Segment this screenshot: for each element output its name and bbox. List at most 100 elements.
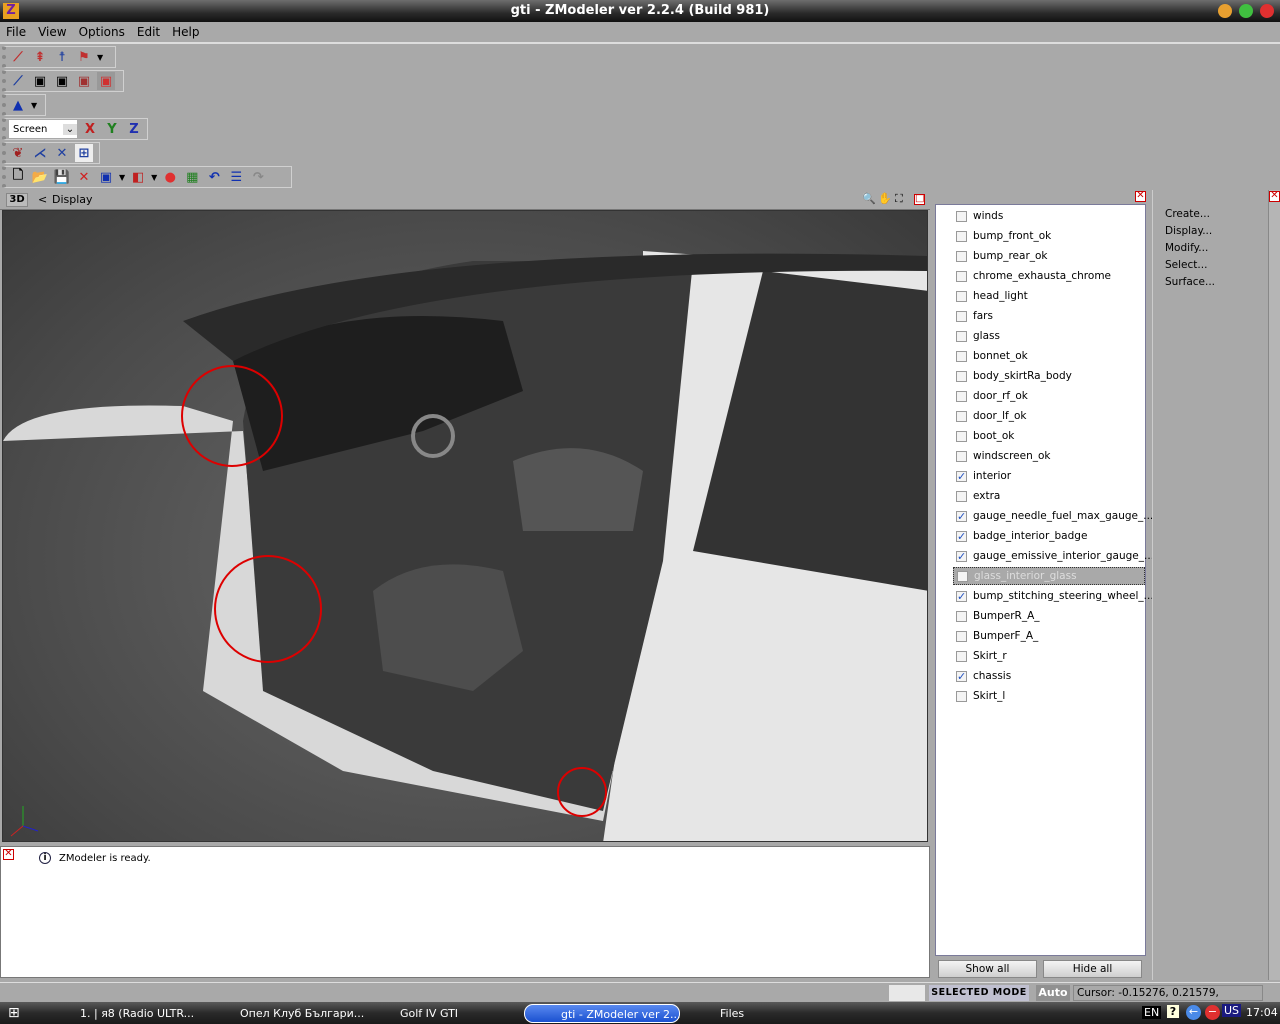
dropdown-arrow-icon[interactable]: ▼ — [31, 101, 37, 110]
object-list-item[interactable]: ✓ gauge_emissive_interior_gauge_... — [956, 547, 1154, 565]
close-button[interactable] — [1260, 4, 1274, 18]
select-command[interactable]: Select... — [1165, 259, 1207, 271]
visibility-checkbox[interactable] — [956, 210, 967, 222]
axis-x-toggle[interactable]: X — [81, 120, 99, 138]
axis-z-toggle[interactable]: Z — [125, 120, 143, 138]
zoom-icon[interactable]: 🔍 — [862, 192, 876, 205]
language-indicator[interactable]: EN — [1142, 1006, 1162, 1019]
display-command[interactable]: Display... — [1165, 225, 1212, 237]
object-list-item[interactable]: ✓ interior — [956, 467, 1146, 485]
select-vertex-icon[interactable]: ⟋ — [9, 48, 27, 66]
menu-file[interactable]: File — [0, 22, 32, 42]
import-icon[interactable]: ▣ — [97, 168, 115, 186]
dropdown-arrow-icon[interactable]: ▼ — [119, 173, 125, 182]
surface-command[interactable]: Surface... — [1165, 276, 1215, 288]
visibility-checkbox[interactable]: ✓ — [956, 550, 967, 562]
keyboard-layout[interactable]: US — [1222, 1004, 1242, 1017]
visibility-checkbox[interactable] — [956, 630, 967, 642]
maximize-button[interactable] — [1239, 4, 1253, 18]
object-list-item[interactable]: BumperF_A_ — [956, 627, 1146, 645]
delete-icon[interactable]: ✕ — [75, 168, 93, 186]
object-list-item[interactable]: glass — [956, 327, 1146, 345]
link-icon[interactable]: ❦ — [9, 144, 27, 162]
object-list-item[interactable]: glass_interior_glass — [953, 567, 1145, 585]
menu-view[interactable]: View — [32, 22, 72, 42]
visibility-checkbox[interactable] — [956, 610, 967, 622]
cone-icon[interactable]: ▲ — [9, 96, 27, 114]
show-all-button[interactable]: Show all — [938, 960, 1037, 978]
object-list-item[interactable]: ✓ badge_interior_badge — [956, 527, 1146, 545]
cross-edge-icon[interactable]: ✕ — [53, 144, 71, 162]
dropdown-arrow-icon[interactable]: ▼ — [97, 53, 103, 62]
object-list-item[interactable]: body_skirtRa_body — [956, 367, 1146, 385]
visibility-checkbox[interactable]: ✓ — [956, 670, 967, 682]
task-golf[interactable]: Golf IV GTI — [378, 1004, 458, 1023]
menu-options[interactable]: Options — [73, 22, 131, 42]
object-list-item[interactable]: BumperR_A_ — [956, 607, 1146, 625]
object-list-item[interactable]: bump_front_ok — [956, 227, 1146, 245]
visibility-checkbox[interactable]: ✓ — [956, 510, 967, 522]
material-sphere-icon[interactable]: ● — [161, 168, 179, 186]
task-browser[interactable]: Опел Клуб Българи... — [218, 1004, 364, 1023]
visibility-checkbox[interactable]: ✓ — [956, 590, 967, 602]
block-tray-icon[interactable]: − — [1205, 1005, 1220, 1020]
object-list-item[interactable]: head_light — [956, 287, 1146, 305]
3d-viewport[interactable] — [2, 210, 928, 842]
menu-edit[interactable]: Edit — [131, 22, 166, 42]
visibility-checkbox[interactable] — [956, 230, 967, 242]
object-list-item[interactable]: door_lf_ok — [956, 407, 1146, 425]
object-list-item[interactable]: chrome_exhausta_chrome — [956, 267, 1146, 285]
visibility-checkbox[interactable] — [956, 290, 967, 302]
pan-hand-icon[interactable]: ✋ — [878, 192, 892, 205]
breadcrumb[interactable]: Display — [52, 193, 93, 206]
dropdown-arrow-icon[interactable]: ▼ — [151, 173, 157, 182]
save-icon[interactable]: 💾 — [53, 168, 71, 186]
undo-icon[interactable]: ↶ — [205, 168, 223, 186]
object-list-item[interactable]: bump_rear_ok — [956, 247, 1146, 265]
visibility-checkbox[interactable] — [956, 370, 967, 382]
object-list-item[interactable]: ✓ chassis — [956, 667, 1146, 685]
object-list-item[interactable]: extra — [956, 487, 1146, 505]
task-zmodeler[interactable]: gti - ZModeler ver 2... — [524, 1004, 680, 1023]
hide-all-button[interactable]: Hide all — [1043, 960, 1142, 978]
visibility-checkbox[interactable] — [956, 650, 967, 662]
maximize-view-icon[interactable]: ⛶ — [895, 192, 903, 206]
object-list-item[interactable]: ✓ bump_stitching_steering_wheel_... — [956, 587, 1154, 605]
breadcrumb-back[interactable]: < — [38, 193, 47, 206]
object-list-item[interactable]: ✓ gauge_needle_fuel_max_gauge_... — [956, 507, 1153, 525]
close-view-icon[interactable]: □ — [914, 194, 925, 205]
figure-icon[interactable]: ☨ — [53, 48, 71, 66]
visibility-checkbox[interactable] — [957, 570, 968, 582]
close-log-icon[interactable]: ✕ — [3, 849, 14, 860]
selection-mode[interactable]: SELECTED MODE — [929, 985, 1029, 1001]
axis-y-toggle[interactable]: Y — [103, 120, 121, 138]
task-files[interactable]: Files — [698, 1004, 744, 1023]
visibility-checkbox[interactable] — [956, 310, 967, 322]
object-list-item[interactable]: windscreen_ok — [956, 447, 1146, 465]
split-edge-icon[interactable]: ⋌ — [31, 144, 49, 162]
chevron-down-icon[interactable]: ⌄ — [63, 123, 77, 135]
object-list-item[interactable]: door_rf_ok — [956, 387, 1146, 405]
object-list-item[interactable]: winds — [956, 207, 1146, 225]
start-button[interactable]: ⊞ — [8, 1005, 20, 1021]
object-list-item[interactable]: bonnet_ok — [956, 347, 1146, 365]
visibility-checkbox[interactable] — [956, 350, 967, 362]
object-list[interactable]: winds bump_front_ok bump_rear_ok chrome_exh… — [935, 204, 1154, 956]
texture-icon[interactable]: ▦ — [183, 168, 201, 186]
object-level-icon[interactable]: ▣ — [53, 72, 71, 90]
select-move-icon[interactable]: ⇞ — [31, 48, 49, 66]
visibility-checkbox[interactable]: ✓ — [956, 470, 967, 482]
object-list-item[interactable]: Skirt_l — [956, 687, 1146, 705]
surface-level-icon[interactable]: ▣ — [75, 72, 93, 90]
open-folder-icon[interactable]: 📂 — [31, 168, 49, 186]
visibility-checkbox[interactable] — [956, 250, 967, 262]
visibility-checkbox[interactable] — [956, 430, 967, 442]
visibility-checkbox[interactable] — [956, 450, 967, 462]
vertex-level-icon[interactable]: ⟋ — [9, 72, 27, 90]
close-command-panel-icon[interactable]: ✕ — [1269, 191, 1280, 202]
visibility-checkbox[interactable] — [956, 390, 967, 402]
new-file-icon[interactable]: 🗋 — [9, 168, 27, 186]
visibility-checkbox[interactable] — [956, 270, 967, 282]
visibility-checkbox[interactable] — [956, 410, 967, 422]
vertical-scrollbar[interactable]: ✕ — [1268, 190, 1280, 980]
